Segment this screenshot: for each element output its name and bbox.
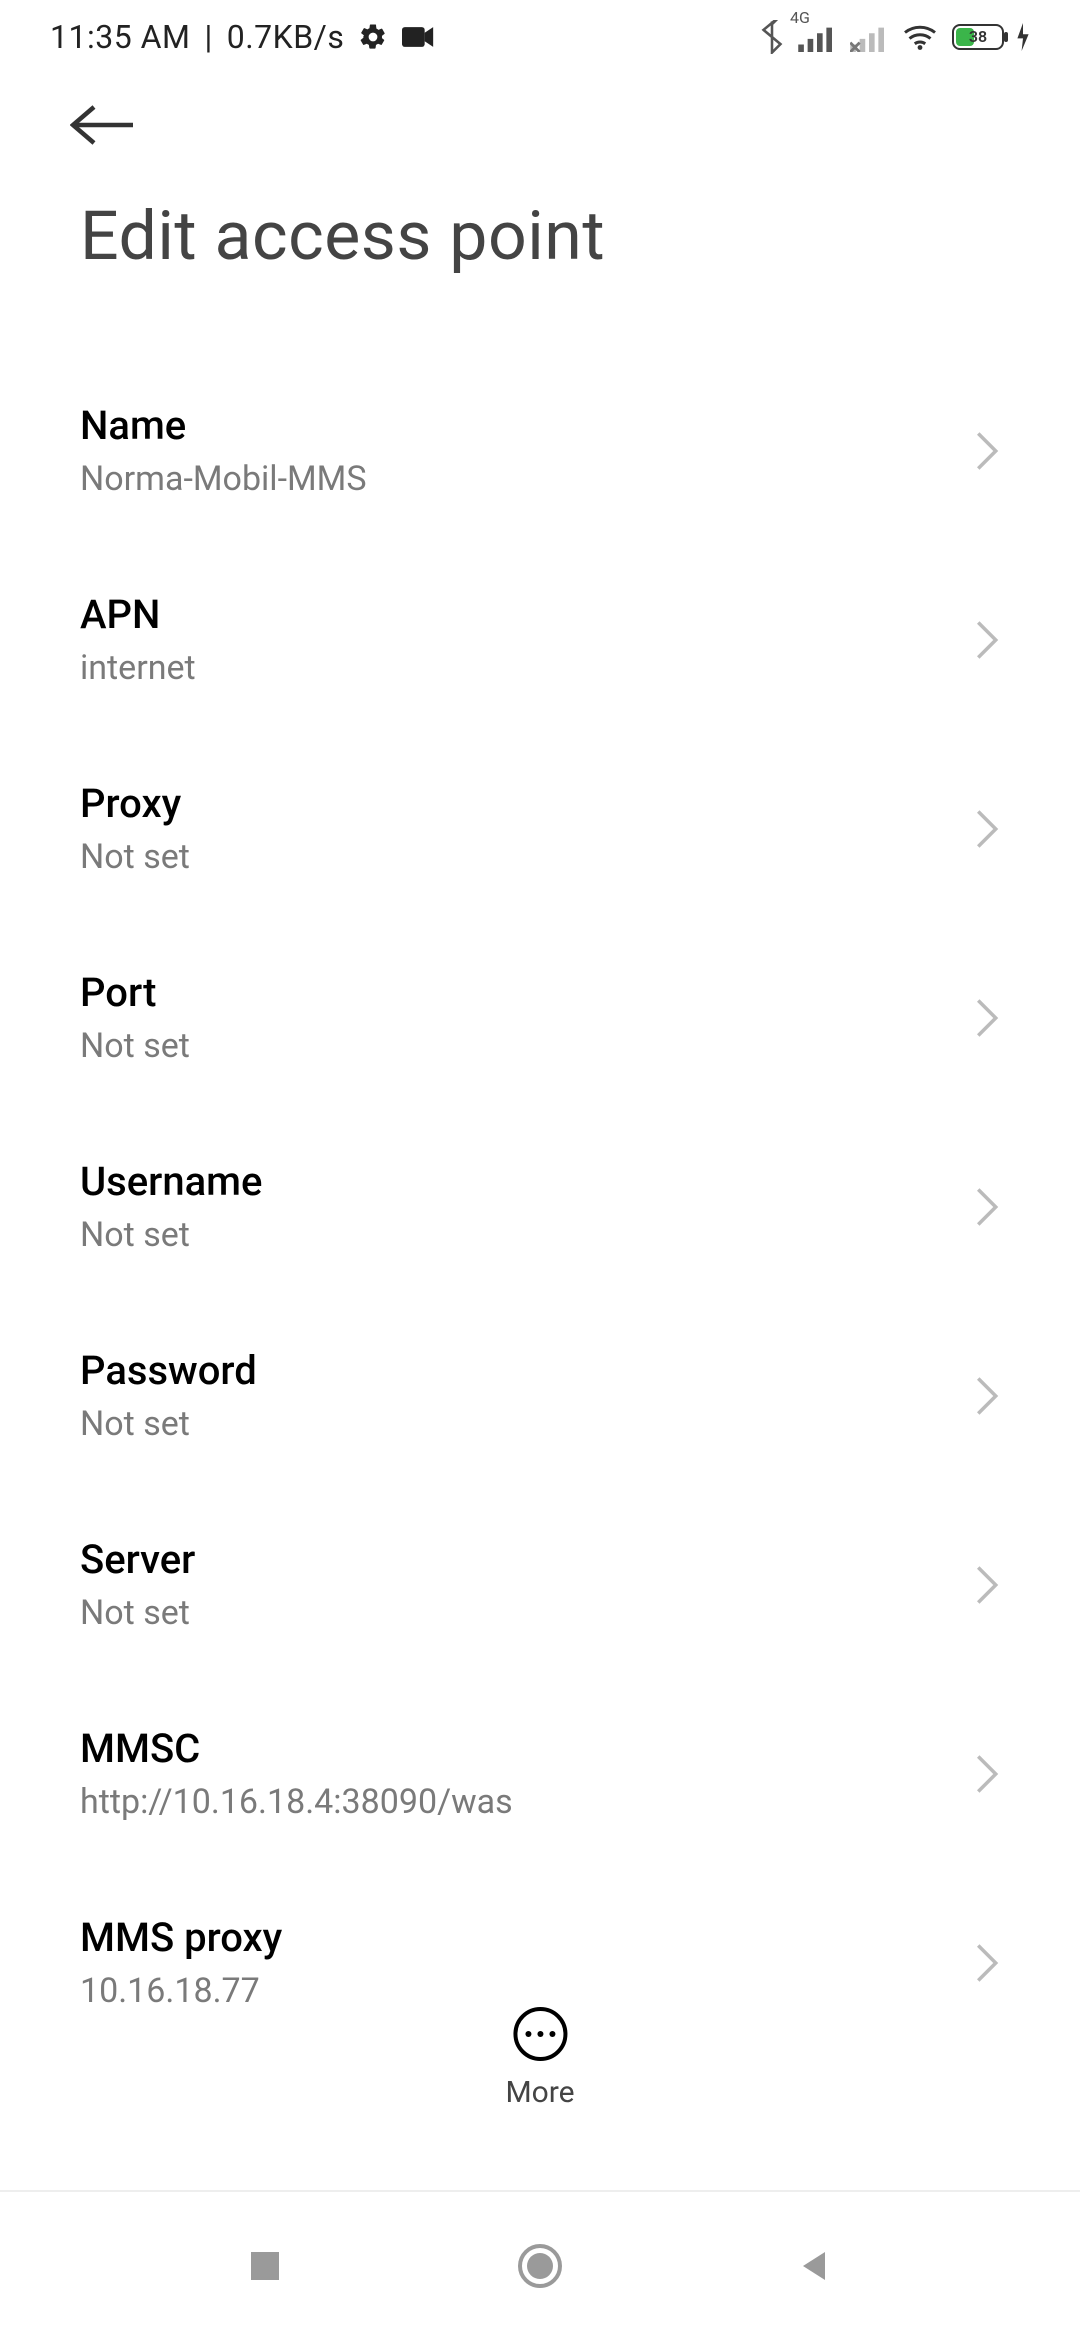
row-server[interactable]: Server Not set	[80, 1490, 1000, 1679]
chevron-right-icon	[974, 1186, 1000, 1228]
nav-home-button[interactable]	[516, 2242, 564, 2290]
chevron-right-icon	[974, 1375, 1000, 1417]
battery-icon: 38	[952, 22, 1030, 52]
row-value: Norma-Mobil-MMS	[80, 459, 1000, 499]
row-apn[interactable]: APN internet	[80, 545, 1000, 734]
row-value: internet	[80, 648, 1000, 688]
row-label: Server	[80, 1536, 1000, 1583]
row-password[interactable]: Password Not set	[80, 1301, 1000, 1490]
chevron-right-icon	[974, 997, 1000, 1039]
row-value: Not set	[80, 1215, 1000, 1255]
cellular-label: 4G	[790, 8, 810, 27]
chevron-right-icon	[974, 619, 1000, 661]
status-bar: 11:35 AM | 0.7KB/s 4G 38	[0, 0, 1080, 74]
row-value: 10.16.18.77	[80, 1971, 1000, 2011]
row-label: Password	[80, 1347, 1000, 1394]
row-label: Proxy	[80, 780, 1000, 827]
android-nav-bar	[0, 2190, 1080, 2340]
row-username[interactable]: Username Not set	[80, 1112, 1000, 1301]
row-label: MMS proxy	[80, 1914, 1000, 1961]
page-title: Edit access point	[0, 146, 1080, 356]
back-button[interactable]	[0, 74, 1080, 146]
cellular-signal-4g-icon: 4G	[798, 22, 836, 52]
status-sep: |	[204, 18, 212, 56]
settings-list: Name Norma-Mobil-MMS APN internet Proxy …	[0, 356, 1080, 2057]
chevron-right-icon	[974, 808, 1000, 850]
status-time: 11:35 AM	[50, 18, 190, 56]
status-speed: 0.7KB/s	[227, 18, 345, 56]
row-value: Not set	[80, 1026, 1000, 1066]
more-icon	[513, 2007, 567, 2061]
chevron-right-icon	[974, 1942, 1000, 1984]
row-label: Name	[80, 402, 1000, 449]
bluetooth-icon	[760, 20, 784, 54]
row-label: Port	[80, 969, 1000, 1016]
more-label: More	[505, 2075, 574, 2110]
row-value: Not set	[80, 1404, 1000, 1444]
row-port[interactable]: Port Not set	[80, 923, 1000, 1112]
cellular-signal-nosim-icon	[850, 22, 888, 52]
row-label: APN	[80, 591, 1000, 638]
chevron-right-icon	[974, 430, 1000, 472]
chevron-right-icon	[974, 1753, 1000, 1795]
settings-icon	[358, 22, 388, 52]
row-proxy[interactable]: Proxy Not set	[80, 734, 1000, 923]
svg-text:38: 38	[969, 27, 987, 46]
row-value: Not set	[80, 837, 1000, 877]
row-name[interactable]: Name Norma-Mobil-MMS	[80, 356, 1000, 545]
nav-back-button[interactable]	[795, 2246, 835, 2286]
chevron-right-icon	[974, 1564, 1000, 1606]
row-label: MMSC	[80, 1725, 1000, 1772]
nav-recent-button[interactable]	[245, 2246, 285, 2286]
row-label: Username	[80, 1158, 1000, 1205]
row-mmsc[interactable]: MMSC http://10.16.18.4:38090/was	[80, 1679, 1000, 1868]
row-value: Not set	[80, 1593, 1000, 1633]
more-button[interactable]: More	[505, 2007, 574, 2110]
wifi-icon	[902, 22, 938, 52]
video-icon	[402, 24, 436, 50]
row-value: http://10.16.18.4:38090/was	[80, 1782, 1000, 1822]
